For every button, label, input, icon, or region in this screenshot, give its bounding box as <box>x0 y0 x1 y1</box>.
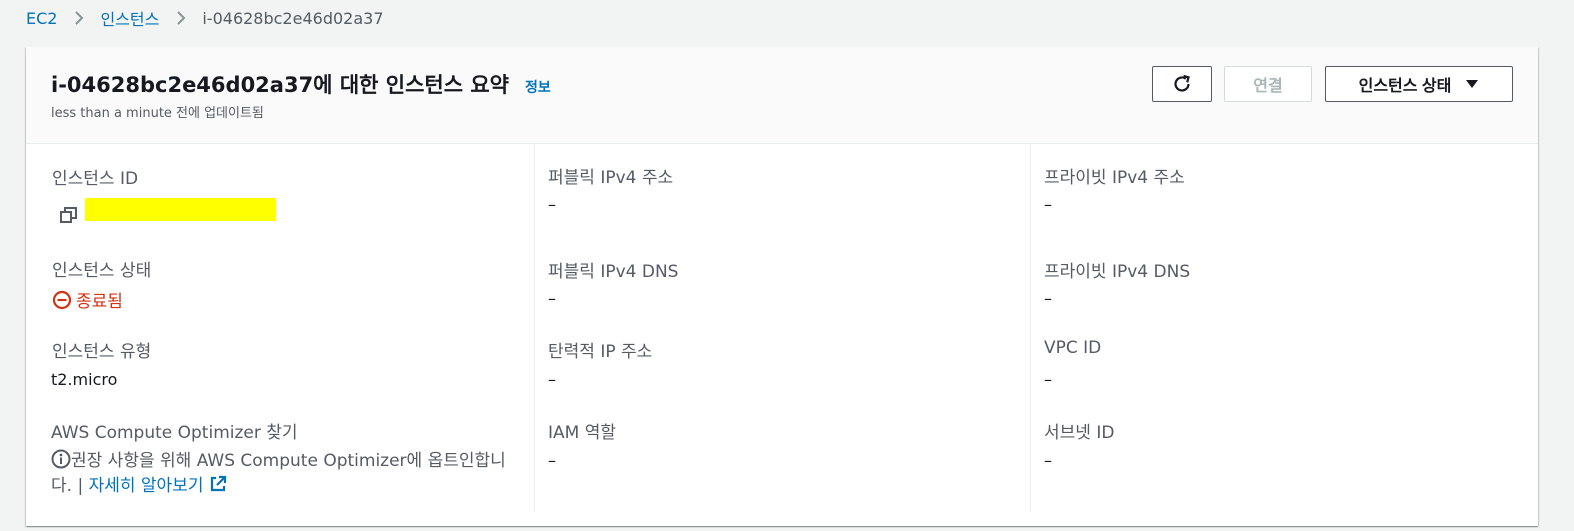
chevron-right-icon <box>74 10 84 26</box>
instance-summary-panel: i-04628bc2e46d02a37에 대한 인스턴스 요약 정보 less … <box>26 47 1538 526</box>
external-link-icon[interactable] <box>209 475 227 493</box>
public-dns-value: – <box>548 289 556 308</box>
breadcrumb: EC2 인스턴스 i-04628bc2e46d02a37 <box>26 6 384 30</box>
details-column-3: 프라이빗 IPv4 주소 – 프라이빗 IPv4 DNS – VPC ID – … <box>1030 144 1538 512</box>
private-ipv4-value: – <box>1044 195 1052 214</box>
subnet-id-label: 서브넷 ID <box>1044 423 1115 443</box>
instance-state-button-label: 인스턴스 상태 <box>1358 78 1452 95</box>
terminated-icon <box>52 290 72 309</box>
refresh-icon <box>1174 74 1190 92</box>
subnet-id-value: – <box>1044 451 1052 470</box>
public-dns-label: 퍼블릭 IPv4 DNS <box>548 262 679 282</box>
instance-state-value: 종료됨 <box>76 292 123 312</box>
panel-header: i-04628bc2e46d02a37에 대한 인스턴스 요약 정보 less … <box>26 47 1538 144</box>
copy-icon[interactable] <box>60 206 78 228</box>
details-column-1: 인스턴스 ID 인스턴스 상태 종료됨 인스턴스 유형 t2.micro AWS… <box>26 144 534 512</box>
caret-down-icon <box>1465 76 1479 92</box>
iam-role-label: IAM 역할 <box>548 423 616 443</box>
vpc-id-value: – <box>1044 370 1052 389</box>
private-ipv4-label: 프라이빗 IPv4 주소 <box>1044 168 1185 188</box>
info-icon <box>51 449 71 469</box>
public-ipv4-label: 퍼블릭 IPv4 주소 <box>548 168 674 188</box>
learn-more-link[interactable]: 자세히 알아보기 <box>89 476 204 496</box>
private-dns-value: – <box>1044 289 1052 308</box>
elastic-ip-value: – <box>548 370 556 389</box>
vpc-id-label: VPC ID <box>1044 338 1102 358</box>
elastic-ip-label: 탄력적 IP 주소 <box>548 342 653 362</box>
optimizer-label: AWS Compute Optimizer 찾기 <box>51 423 298 443</box>
redacted-instance-id <box>85 198 276 221</box>
breadcrumb-current: i-04628bc2e46d02a37 <box>202 8 384 28</box>
chevron-right-icon <box>176 10 186 26</box>
private-dns-label: 프라이빗 IPv4 DNS <box>1044 262 1191 282</box>
connect-button[interactable]: 연결 <box>1224 66 1312 102</box>
instance-id-label: 인스턴스 ID <box>52 169 139 189</box>
instance-state-label: 인스턴스 상태 <box>52 261 152 281</box>
optimizer-description: 권장 사항을 위해 AWS Compute Optimizer에 옵트인합니다.… <box>51 449 521 499</box>
breadcrumb-instances[interactable]: 인스턴스 <box>100 6 159 30</box>
details-column-2: 퍼블릭 IPv4 주소 – 퍼블릭 IPv4 DNS – 탄력적 IP 주소 –… <box>534 144 1030 512</box>
instance-type-value: t2.micro <box>51 370 118 389</box>
instance-type-label: 인스턴스 유형 <box>52 342 152 362</box>
page-title: i-04628bc2e46d02a37에 대한 인스턴스 요약 <box>51 73 509 97</box>
breadcrumb-ec2[interactable]: EC2 <box>26 9 57 28</box>
last-updated-text: less than a minute 전에 업데이트됨 <box>51 106 264 121</box>
instance-state-button[interactable]: 인스턴스 상태 <box>1325 66 1513 102</box>
status-badge: 종료됨 <box>52 287 123 312</box>
refresh-button[interactable] <box>1152 66 1212 102</box>
info-link[interactable]: 정보 <box>525 77 551 97</box>
iam-role-value: – <box>548 451 556 470</box>
public-ipv4-value: – <box>548 195 556 214</box>
